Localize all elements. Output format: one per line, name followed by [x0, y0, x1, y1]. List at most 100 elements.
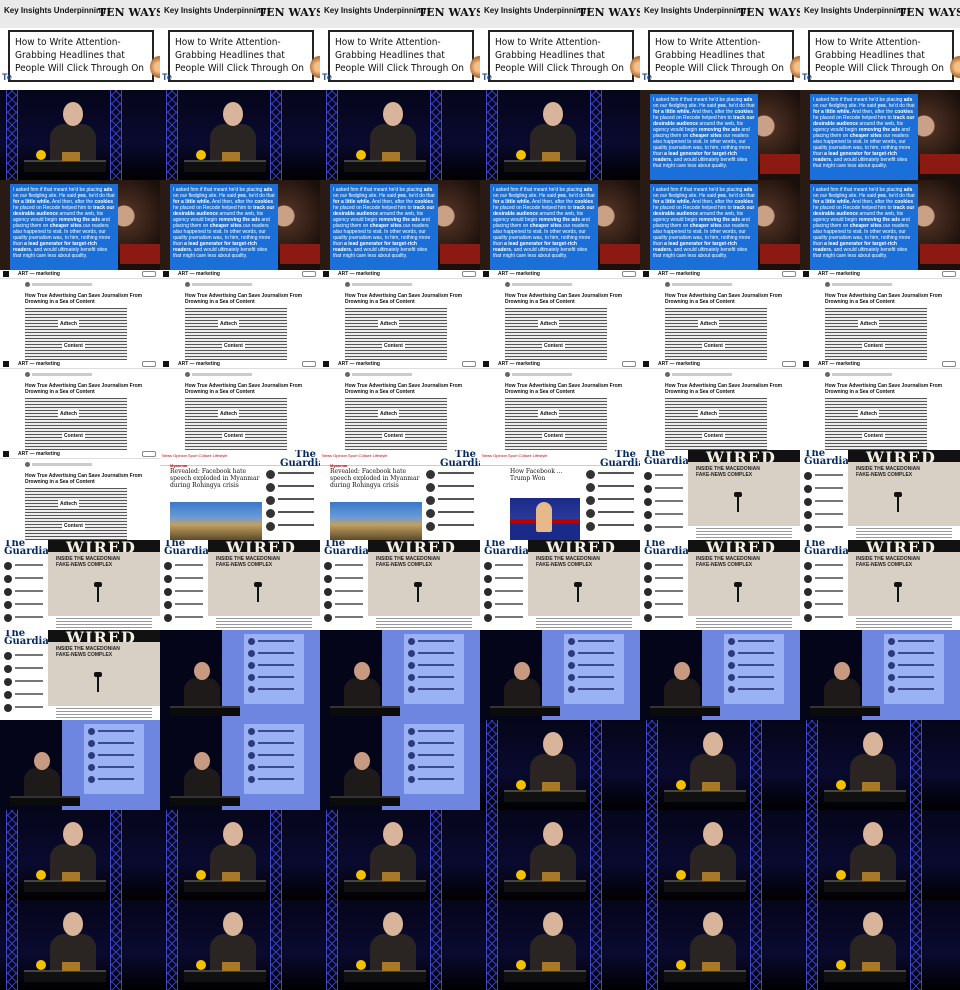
- headline-slide-thumbnail[interactable]: Key Insights Underpinning t TEN WAYS TO …: [320, 0, 480, 90]
- article-title: How True Advertising Can Save Journalism…: [25, 473, 143, 485]
- speaker-stage-thumbnail[interactable]: [640, 810, 800, 900]
- macedonia-article-thumbnail[interactable]: The Guardian WIRED INSIDE THE MACEDONIAN F…: [0, 630, 160, 720]
- desk-figurine: [196, 870, 206, 880]
- article-slide-thumbnail[interactable]: ART — marketing How True Advertising Can…: [160, 270, 320, 360]
- list-item: [4, 614, 44, 623]
- header-right-text: TEN WAYS TO: [98, 6, 160, 19]
- speaker-stage-thumbnail[interactable]: [160, 90, 320, 180]
- macedonia-article-thumbnail[interactable]: The Guardian WIRED INSIDE THE MACEDONIAN F…: [800, 450, 960, 540]
- speaker-stage-thumbnail[interactable]: [640, 720, 800, 810]
- projected-slide-speaker-thumbnail[interactable]: [320, 630, 480, 720]
- guardian-article-thumbnail[interactable]: News Opinion Sport Culture Lifestyle The…: [160, 450, 320, 540]
- article-title: How True Advertising Can Save Journalism…: [185, 383, 303, 395]
- article-slide-thumbnail[interactable]: ART — marketing How True Advertising Can…: [0, 450, 160, 540]
- list-item: [644, 485, 684, 494]
- speaker-stage-thumbnail[interactable]: [320, 900, 480, 990]
- article-slide-thumbnail[interactable]: ART — marketing How True Advertising Can…: [320, 360, 480, 450]
- speaker-stage-thumbnail[interactable]: [160, 900, 320, 990]
- article-slide-thumbnail[interactable]: ART — marketing How True Advertising Can…: [640, 270, 800, 360]
- headline-slide-thumbnail[interactable]: Key Insights Underpinning t TEN WAYS TO …: [640, 0, 800, 90]
- corner-text: Te: [482, 72, 492, 82]
- projected-list: [884, 634, 944, 704]
- quote-slide-thumbnail[interactable]: I asked him if that meant he'd be placin…: [800, 90, 960, 180]
- article-slide-thumbnail[interactable]: ART — marketing How True Advertising Can…: [160, 360, 320, 450]
- publication-name: ART — marketing: [818, 361, 860, 367]
- list-item: [248, 650, 298, 658]
- macedonia-article-thumbnail[interactable]: The Guardian WIRED INSIDE THE MACEDONIAN F…: [800, 540, 960, 630]
- projected-slide-speaker-thumbnail[interactable]: [160, 630, 320, 720]
- headline-slide-thumbnail[interactable]: Key Insights Underpinning t TEN WAYS TO …: [800, 0, 960, 90]
- speaker-stage-thumbnail[interactable]: [320, 810, 480, 900]
- projected-slide-speaker-thumbnail[interactable]: [0, 720, 160, 810]
- author-line: [32, 373, 92, 376]
- speaker-stage-thumbnail[interactable]: [800, 720, 960, 810]
- quote-slide-thumbnail[interactable]: I asked him if that meant he'd be placin…: [640, 180, 800, 270]
- feature-title: INSIDE THE MACEDONIAN FAKE-NEWS COMPLEX: [56, 556, 120, 568]
- macedonia-article-thumbnail[interactable]: The Guardian WIRED INSIDE THE MACEDONIAN F…: [480, 540, 640, 630]
- list-item: [408, 650, 458, 658]
- macedonia-article-thumbnail[interactable]: The Guardian WIRED INSIDE THE MACEDONIAN F…: [0, 540, 160, 630]
- speaker-stage-thumbnail[interactable]: [480, 720, 640, 810]
- article-slide-thumbnail[interactable]: ART — marketing How True Advertising Can…: [800, 270, 960, 360]
- macedonia-article-thumbnail[interactable]: The Guardian WIRED INSIDE THE MACEDONIAN F…: [640, 450, 800, 540]
- image-label-adtech: Adtech: [538, 410, 559, 418]
- speaker-stage-thumbnail[interactable]: [480, 810, 640, 900]
- speaker-head: [703, 912, 723, 936]
- speaker-stage-thumbnail[interactable]: [320, 90, 480, 180]
- trump-article-thumbnail[interactable]: News Opinion Sport Culture Lifestyle The…: [480, 450, 640, 540]
- publication-name: ART — marketing: [658, 361, 700, 367]
- macedonia-article-thumbnail[interactable]: The Guardian WIRED INSIDE THE MACEDONIAN F…: [320, 540, 480, 630]
- projected-slide-speaker-thumbnail[interactable]: [800, 630, 960, 720]
- speaker-stage-thumbnail[interactable]: [480, 900, 640, 990]
- podium-desk: [824, 970, 906, 982]
- guardian-article-thumbnail[interactable]: News Opinion Sport Culture Lifestyle The…: [320, 450, 480, 540]
- quote-slide-thumbnail[interactable]: I asked him if that meant he'd be placin…: [480, 180, 640, 270]
- desk-figurine: [196, 960, 206, 970]
- speaker-stage-thumbnail[interactable]: [800, 810, 960, 900]
- nav-links: News Opinion Sport Culture Lifestyle: [162, 453, 228, 458]
- headline-slide-thumbnail[interactable]: Key Insights Underpinning t TEN WAYS TO …: [160, 0, 320, 90]
- headline-slide-thumbnail[interactable]: Key Insights Underpinning t TEN WAYS TO …: [0, 0, 160, 90]
- speaker-stage-thumbnail[interactable]: [160, 810, 320, 900]
- quote-slide-thumbnail[interactable]: I asked him if that meant he'd be placin…: [640, 90, 800, 180]
- author-line: [32, 463, 92, 466]
- list-item: [644, 562, 684, 571]
- article-slide-thumbnail[interactable]: ART — marketing How True Advertising Can…: [320, 270, 480, 360]
- speaker-stage-thumbnail[interactable]: [0, 90, 160, 180]
- speaker-stage-thumbnail[interactable]: [0, 810, 160, 900]
- article-slide-thumbnail[interactable]: ART — marketing How True Advertising Can…: [0, 270, 160, 360]
- quote-slide-thumbnail[interactable]: I asked him if that meant he'd be placin…: [320, 180, 480, 270]
- speaker-stage-thumbnail[interactable]: [800, 900, 960, 990]
- article-hero-image: [185, 308, 287, 360]
- macedonia-article-thumbnail[interactable]: The Guardian WIRED INSIDE THE MACEDONIAN F…: [160, 540, 320, 630]
- speaker-stage-thumbnail[interactable]: [640, 900, 800, 990]
- quote-slide-thumbnail[interactable]: I asked him if that meant he'd be placin…: [800, 180, 960, 270]
- article-slide-thumbnail[interactable]: ART — marketing How True Advertising Can…: [0, 360, 160, 450]
- medium-logo-icon: [163, 361, 169, 367]
- article-slide-thumbnail[interactable]: ART — marketing How True Advertising Can…: [640, 360, 800, 450]
- speaker-stage-thumbnail[interactable]: [0, 900, 160, 990]
- projected-slide-speaker-thumbnail[interactable]: [480, 630, 640, 720]
- list-item: [164, 614, 204, 623]
- projected-slide-speaker-thumbnail[interactable]: [320, 720, 480, 810]
- projected-slide-speaker-thumbnail[interactable]: [160, 720, 320, 810]
- projected-slide-speaker-thumbnail[interactable]: [640, 630, 800, 720]
- article-slide-thumbnail[interactable]: ART — marketing How True Advertising Can…: [800, 360, 960, 450]
- list-item: [248, 740, 298, 748]
- article-slide-thumbnail[interactable]: ART — marketing How True Advertising Can…: [480, 270, 640, 360]
- headline-slide-thumbnail[interactable]: Key Insights Underpinning t TEN WAYS TO …: [480, 0, 640, 90]
- quote-slide-thumbnail[interactable]: I asked him if that meant he'd be placin…: [160, 180, 320, 270]
- quote-slide-thumbnail[interactable]: I asked him if that meant he'd be placin…: [0, 180, 160, 270]
- speaker-head: [543, 822, 563, 846]
- list-item: [728, 674, 778, 682]
- article-top-bar: ART — marketing: [320, 270, 480, 279]
- podium-desk: [824, 790, 906, 802]
- list-item: [408, 674, 458, 682]
- article-hero-image: [345, 308, 447, 360]
- article-slide-thumbnail[interactable]: ART — marketing How True Advertising Can…: [480, 360, 640, 450]
- speaker-stage-thumbnail[interactable]: [480, 90, 640, 180]
- article-hero-image: [505, 308, 607, 360]
- macedonia-article-thumbnail[interactable]: The Guardian WIRED INSIDE THE MACEDONIAN F…: [640, 540, 800, 630]
- list-item: [88, 776, 138, 784]
- lighting-truss: [486, 720, 498, 810]
